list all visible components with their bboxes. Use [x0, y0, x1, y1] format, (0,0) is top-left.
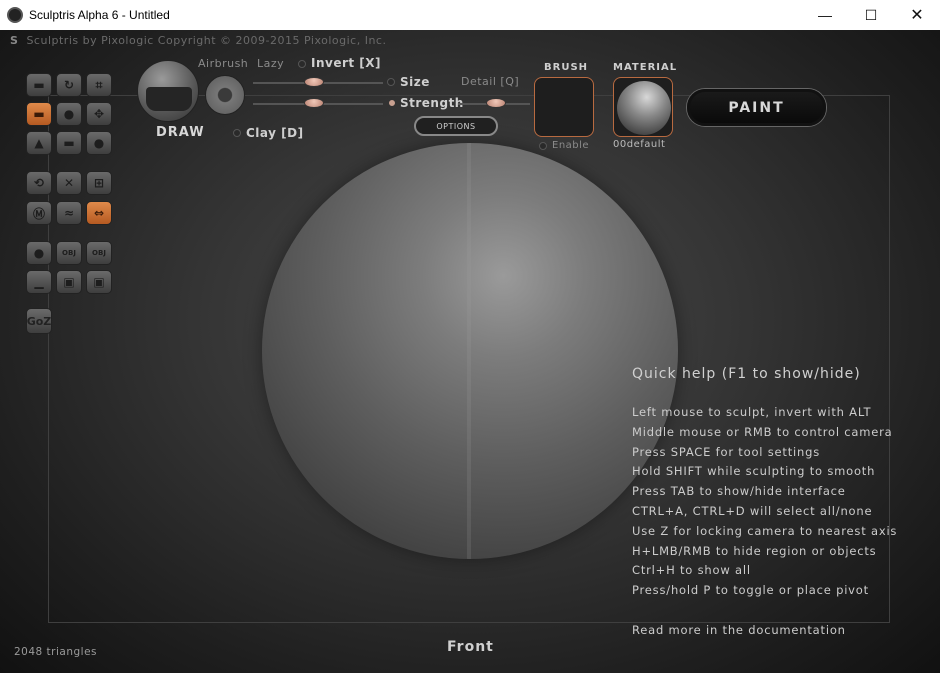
mask-tool-button[interactable]: Ⓜ — [26, 201, 52, 225]
quick-help-title: Quick help (F1 to show/hide) — [632, 366, 861, 382]
size-slider-knob[interactable] — [304, 77, 324, 87]
airbrush-label[interactable]: Airbrush — [198, 57, 248, 70]
size-label: Size — [400, 75, 430, 89]
quick-help-line: Hold SHIFT while sculpting to smooth — [632, 464, 876, 478]
move-arrows-icon: ✥ — [93, 107, 105, 121]
brush-enable-label[interactable]: Enable — [552, 140, 589, 151]
save-file-icon: ▣ — [93, 275, 105, 289]
goz-button[interactable]: GoZ — [26, 308, 52, 334]
quick-help-line: Ctrl+H to show all — [632, 563, 751, 577]
window-title: Sculptris Alpha 6 - Untitled — [29, 8, 170, 22]
triangle-count: 2048 triangles — [14, 646, 98, 658]
draw-tool-button[interactable]: ▬ — [26, 102, 52, 126]
open-file-button[interactable]: ▣ — [56, 270, 82, 294]
grab-icon: ▬ — [63, 136, 75, 150]
strength-label: Strength — [400, 96, 464, 110]
quick-help-line: Left mouse to sculpt, invert with ALT — [632, 405, 872, 419]
symmetry-seam — [467, 143, 471, 559]
wave-tool-button[interactable]: ≈ — [56, 201, 82, 225]
invert-label[interactable]: Invert [X] — [311, 56, 381, 70]
flatten-icon: ● — [63, 107, 75, 121]
quick-help-line: H+LMB/RMB to hide region or objects — [632, 544, 877, 558]
clay-toggle[interactable] — [233, 129, 241, 137]
sculptris-viewport[interactable]: S Sculptris by Pixologic Copyright © 200… — [0, 30, 940, 673]
move-tool-button[interactable]: ✥ — [86, 102, 112, 126]
brush-header: BRUSH — [544, 62, 589, 73]
grid-icon: ⊞ — [93, 176, 105, 190]
copyright-text: Sculptris by Pixologic Copyright © 2009-… — [26, 34, 387, 47]
wireframe-toggle-button[interactable]: ✕ — [56, 171, 82, 195]
detail-label: Detail [Q] — [461, 75, 520, 88]
rotate-tool-button[interactable]: ↻ — [56, 73, 82, 97]
sculptris-app-icon — [7, 7, 23, 23]
import-obj-button[interactable]: OBJ — [56, 241, 82, 265]
material-header: MATERIAL — [613, 62, 678, 73]
export-obj-button[interactable]: OBJ — [86, 241, 112, 265]
grab-tool-button[interactable]: ▬ — [56, 131, 82, 155]
crop-tool-button[interactable]: ⌗ — [86, 73, 112, 97]
save-file-button[interactable]: ▣ — [86, 270, 112, 294]
pinch-tool-button[interactable]: ▲ — [26, 131, 52, 155]
sculpt-mesh-sphere[interactable] — [262, 143, 678, 559]
pinch-icon: ▲ — [34, 136, 44, 150]
smooth-tool-button[interactable]: ● — [86, 131, 112, 155]
copyright-bar: S Sculptris by Pixologic Copyright © 200… — [10, 34, 386, 47]
camera-view-label: Front — [447, 639, 494, 655]
material-preview-sphere — [617, 81, 671, 135]
brush-texture-slot[interactable] — [534, 77, 594, 137]
tool-name-label: DRAW — [156, 125, 205, 140]
stroke-alpha-preview[interactable] — [205, 75, 245, 115]
maximize-button[interactable]: ☐ — [848, 0, 894, 30]
mask-icon: Ⓜ — [32, 206, 45, 221]
import-obj-icon: OBJ — [62, 249, 76, 257]
minimize-button[interactable]: — — [802, 0, 848, 30]
inflate-icon: ▬ — [33, 78, 45, 92]
size-lock-toggle[interactable] — [387, 78, 395, 86]
export-obj-icon: OBJ — [92, 249, 106, 257]
draw-tool-preview[interactable] — [137, 60, 199, 122]
strength-lock-toggle[interactable] — [389, 100, 395, 106]
lazy-label[interactable]: Lazy — [257, 57, 284, 70]
quick-help-line: Use Z for locking camera to nearest axis — [632, 524, 898, 538]
quick-help-line: Press SPACE for tool settings — [632, 445, 820, 459]
new-plane-button[interactable]: ▁ — [26, 270, 52, 294]
plane-icon: ▁ — [34, 275, 44, 289]
wireframe-icon: ✕ — [63, 176, 75, 190]
quick-help-line: Middle mouse or RMB to control camera — [632, 425, 893, 439]
rotate-icon: ↻ — [63, 78, 75, 92]
grid-toggle-button[interactable]: ⊞ — [86, 171, 112, 195]
draw-brush-icon: ▬ — [33, 107, 45, 121]
paint-mode-button[interactable]: PAINT — [687, 89, 826, 126]
brush-enable-toggle[interactable] — [539, 142, 547, 150]
detail-slider-knob[interactable] — [486, 98, 506, 108]
wave-icon: ≈ — [63, 206, 75, 220]
reduce-icon: ⟲ — [33, 176, 45, 190]
reduce-tool-button[interactable]: ⟲ — [26, 171, 52, 195]
new-sphere-button[interactable]: ● — [26, 241, 52, 265]
material-name: 00default — [613, 139, 666, 150]
symmetry-toggle-button[interactable]: ⇔ — [86, 201, 112, 225]
material-slot[interactable] — [613, 77, 673, 137]
invert-toggle[interactable] — [298, 60, 306, 68]
smooth-icon: ● — [93, 136, 105, 150]
open-file-icon: ▣ — [63, 275, 75, 289]
flatten-tool-button[interactable]: ● — [56, 102, 82, 126]
quick-help-line: Press/hold P to toggle or place pivot — [632, 583, 869, 597]
documentation-link[interactable]: Read more in the documentation — [632, 623, 846, 637]
clay-label[interactable]: Clay [D] — [246, 126, 304, 140]
quick-help-line: Press TAB to show/hide interface — [632, 484, 846, 498]
symmetry-arrows-icon: ⇔ — [93, 206, 105, 220]
pixologic-logo-icon: S — [10, 34, 19, 47]
close-button[interactable]: ✕ — [894, 0, 940, 30]
sphere-icon: ● — [33, 246, 45, 260]
strength-slider-knob[interactable] — [304, 98, 324, 108]
crop-icon: ⌗ — [95, 77, 103, 92]
inflate-tool-button[interactable]: ▬ — [26, 73, 52, 97]
options-button[interactable]: OPTIONS — [414, 116, 498, 136]
quick-help-line: CTRL+A, CTRL+D will select all/none — [632, 504, 873, 518]
window-titlebar: Sculptris Alpha 6 - Untitled — ☐ ✕ — [0, 0, 940, 30]
